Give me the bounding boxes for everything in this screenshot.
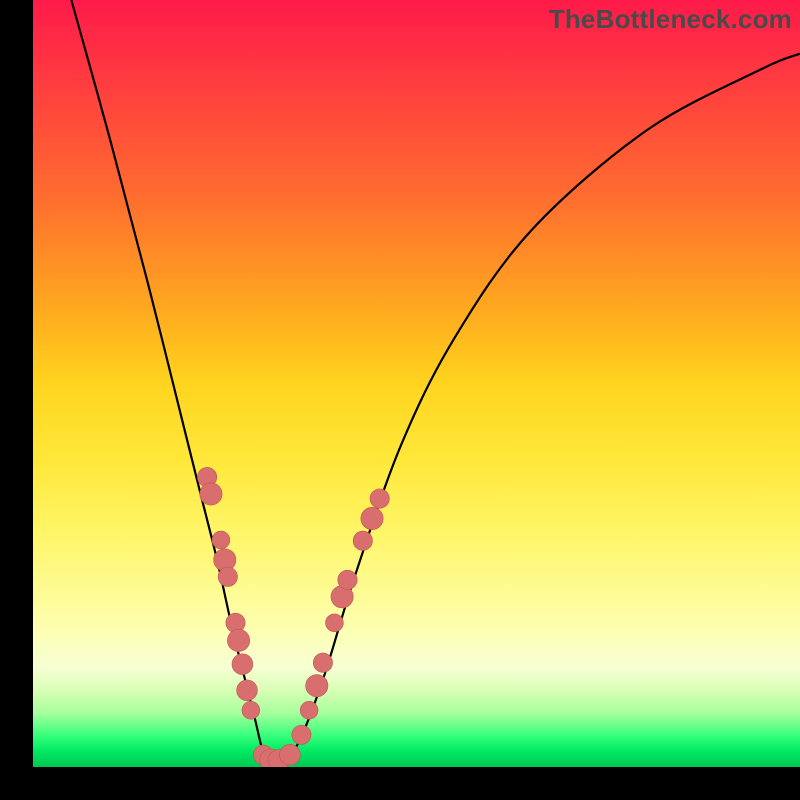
bead-marker [326, 614, 344, 632]
bead-marker [338, 570, 357, 589]
bead-marker [212, 531, 230, 549]
bead-group [197, 467, 389, 767]
bead-marker [280, 744, 301, 765]
bead-marker [200, 483, 222, 505]
bottleneck-curve [71, 0, 800, 761]
chart-frame: TheBottleneck.com [0, 0, 800, 800]
bead-marker [361, 507, 383, 529]
bead-marker [370, 489, 389, 508]
bead-marker [227, 629, 249, 651]
bead-marker [242, 701, 260, 719]
bead-marker [218, 567, 237, 586]
bead-marker [237, 680, 258, 701]
bead-marker [353, 531, 372, 550]
bead-marker [292, 725, 311, 744]
bead-marker [306, 675, 328, 697]
bead-marker [300, 701, 318, 719]
bead-marker [232, 654, 253, 675]
curve-svg [33, 0, 800, 767]
bead-marker [313, 653, 332, 672]
plot-area: TheBottleneck.com [33, 0, 800, 767]
